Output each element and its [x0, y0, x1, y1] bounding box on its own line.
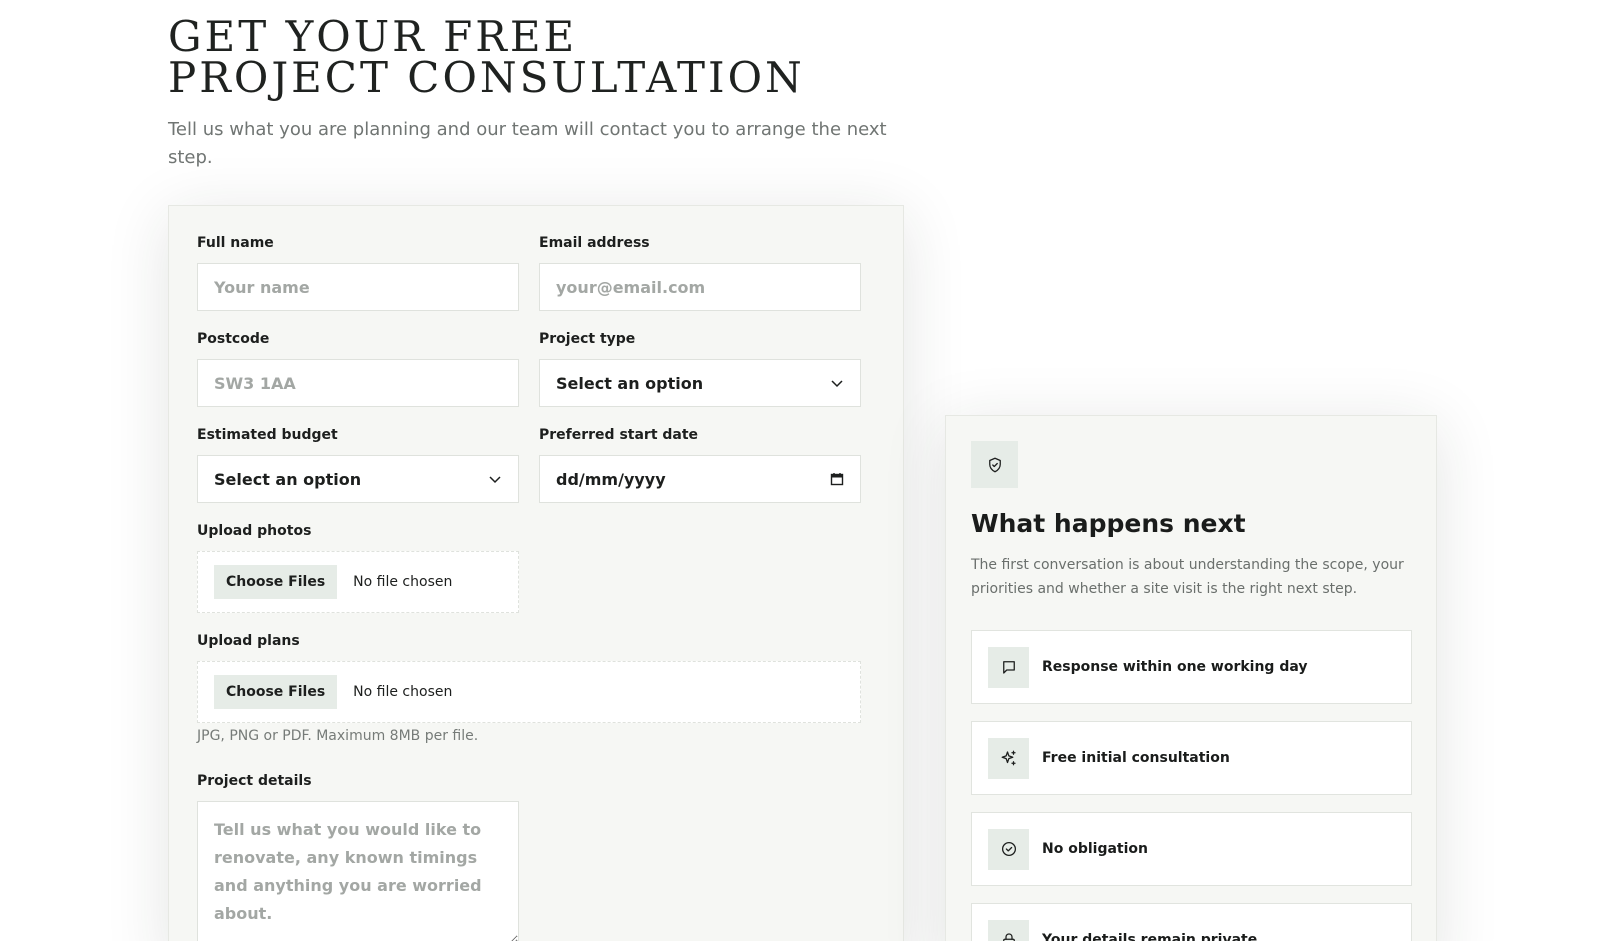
benefit-label: Response within one working day [1042, 659, 1308, 675]
shield-check-icon [988, 457, 1001, 472]
info-icon-box [971, 441, 1018, 488]
benefit-label: No obligation [1042, 841, 1148, 857]
project-details-textarea[interactable] [197, 801, 519, 941]
project-details-label: Project details [197, 773, 312, 789]
consultation-form: Full name Email address Postcode Project… [168, 205, 904, 941]
benefit-label: Your details remain private [1042, 932, 1258, 941]
lock-icon [1002, 933, 1015, 941]
benefit-icon-box [988, 646, 1029, 688]
benefit-icon-box [988, 919, 1029, 941]
start-date-input[interactable]: dd/mm/yyyy [539, 455, 861, 503]
page-title: GET YOUR FREE PROJECT CONSULTATION [168, 16, 805, 99]
upload-plans-status: No file chosen [353, 684, 453, 700]
postcode-field: Postcode [197, 330, 519, 407]
benefit-item-response: Response within one working day [971, 630, 1412, 704]
project-type-field: Project type Select an option [539, 330, 861, 407]
full-name-label: Full name [197, 235, 274, 251]
upload-plans-choose-button[interactable]: Choose Files [214, 675, 338, 709]
budget-field: Estimated budget Select an option [197, 426, 519, 503]
sparkle-icon [1001, 750, 1016, 766]
upload-photos-label: Upload photos [197, 523, 312, 539]
upload-plans-input[interactable]: Choose Files No file chosen [197, 661, 861, 723]
benefit-icon-box [988, 737, 1029, 779]
upload-photos-choose-button[interactable]: Choose Files [214, 565, 338, 599]
chevron-down-icon [489, 476, 501, 484]
email-field: Email address [539, 234, 861, 311]
full-name-input[interactable] [197, 263, 519, 311]
message-icon [1002, 661, 1015, 674]
project-type-selected: Select an option [556, 373, 704, 393]
benefit-item-consultation: Free initial consultation [971, 721, 1412, 795]
email-label: Email address [539, 235, 650, 251]
what-happens-next-card: What happens next The first conversation… [945, 415, 1437, 941]
project-type-label: Project type [539, 331, 636, 347]
budget-label: Estimated budget [197, 427, 338, 443]
upload-photos-input[interactable]: Choose Files No file chosen [197, 551, 519, 613]
upload-hint: JPG, PNG or PDF. Maximum 8MB per file. [197, 728, 479, 744]
postcode-input[interactable] [197, 359, 519, 407]
project-type-select[interactable]: Select an option [539, 359, 861, 407]
benefit-item-privacy: Your details remain private [971, 903, 1412, 941]
email-input[interactable] [539, 263, 861, 311]
budget-selected: Select an option [214, 469, 362, 489]
calendar-icon[interactable] [830, 472, 844, 486]
upload-plans-label: Upload plans [197, 633, 300, 649]
check-circle-icon [1001, 841, 1016, 857]
postcode-label: Postcode [197, 331, 270, 347]
upload-plans-field: Upload plans Choose Files No file chosen [197, 632, 861, 723]
chevron-down-icon [831, 380, 843, 388]
upload-photos-status: No file chosen [353, 574, 453, 590]
page-subtitle: Tell us what you are planning and our te… [168, 119, 887, 168]
project-details-field: Project details [197, 772, 519, 941]
start-date-value: dd/mm/yyyy [556, 469, 666, 489]
benefit-item-no-obligation: No obligation [971, 812, 1412, 886]
info-text: The first conversation is about understa… [971, 557, 1404, 597]
upload-photos-field: Upload photos Choose Files No file chose… [197, 522, 519, 613]
page-title-line-2: PROJECT CONSULTATION [168, 53, 805, 102]
start-date-field: Preferred start date dd/mm/yyyy [539, 426, 861, 503]
budget-select[interactable]: Select an option [197, 455, 519, 503]
info-title: What happens next [971, 509, 1246, 538]
benefit-label: Free initial consultation [1042, 750, 1230, 766]
start-date-label: Preferred start date [539, 427, 699, 443]
benefit-icon-box [988, 828, 1029, 870]
full-name-field: Full name [197, 234, 519, 311]
